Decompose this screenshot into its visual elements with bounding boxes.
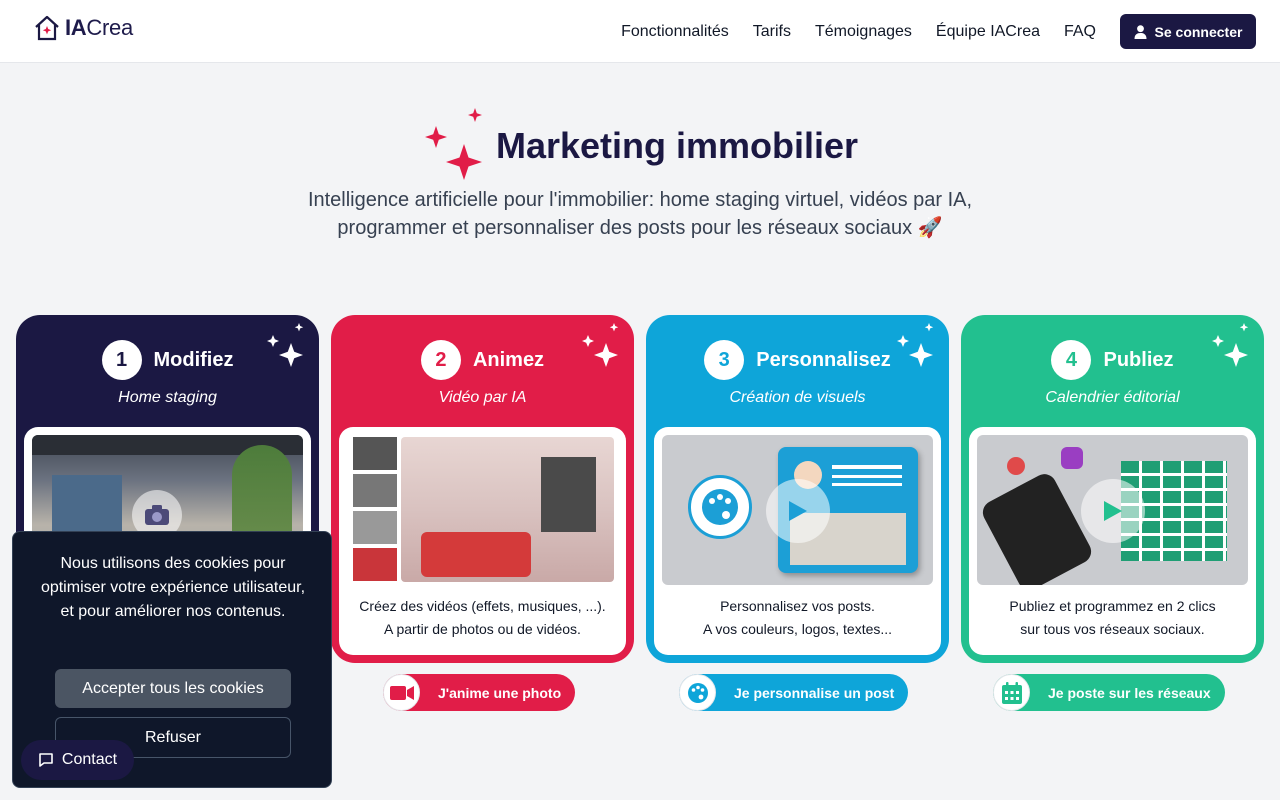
step-number: 2 — [420, 340, 461, 380]
social-calendar-image — [977, 435, 1248, 585]
sparkle-icon — [267, 323, 304, 367]
customize-post-button[interactable]: Je personnalise un post — [679, 674, 909, 711]
card-subtitle: Vidéo par IA — [438, 389, 527, 406]
pill-icon — [993, 674, 1030, 711]
hero-subtitle-line-1: Intelligence artificielle pour l'immobil… — [307, 189, 973, 211]
feature-card-personnalisez[interactable]: 3 Personnalisez Création de visuels Pers… — [646, 315, 949, 663]
customize-post-label: Je personnalise un post — [734, 684, 895, 701]
accept-cookies-button[interactable]: Accepter tous les cookies — [55, 669, 291, 708]
custom-visual-image — [662, 435, 933, 585]
pill-icon — [383, 674, 420, 711]
card-body: Publiez et programmez en 2 clics sur tou… — [969, 427, 1256, 655]
card-description: Personnalisez vos posts. A vos couleurs,… — [654, 595, 941, 641]
card-subtitle: Création de visuels — [729, 389, 866, 406]
card-subtitle: Calendrier éditorial — [1045, 389, 1180, 406]
login-button[interactable]: Se connecter — [1120, 14, 1256, 49]
home-logo-icon — [35, 15, 59, 41]
card-description-line-1: Personnalisez vos posts. — [720, 598, 875, 614]
card-description-line-2: A partir de photos ou de vidéos. — [384, 621, 581, 637]
animate-photo-label: J'anime une photo — [438, 684, 562, 701]
sparkle-icon — [897, 323, 934, 367]
card-description-line-1: Créez des vidéos (effets, musiques, ...)… — [359, 598, 606, 614]
step-title: Modifiez — [153, 348, 234, 371]
animate-photo-button[interactable]: J'anime une photo — [383, 674, 576, 711]
camera-icon — [145, 505, 169, 525]
contact-button[interactable]: Contact — [21, 740, 134, 780]
play-icon — [789, 501, 807, 521]
feature-card-animez[interactable]: 2 Animez Vidéo par IA Créez des vidéos (… — [331, 315, 634, 663]
card-description-line-2: sur tous vos réseaux sociaux. — [1020, 621, 1205, 637]
nav-link-fonctionnalites[interactable]: Fonctionnalités — [621, 23, 729, 41]
brand-logo[interactable]: IACrea — [33, 14, 133, 42]
sparkle-icon — [1212, 323, 1249, 367]
chat-icon — [39, 753, 53, 767]
hero-title-row: Marketing immobilier — [0, 108, 1280, 184]
nav-link-equipe[interactable]: Équipe IACrea — [936, 23, 1040, 41]
hero-subtitle: Intelligence artificielle pour l'immobil… — [290, 186, 990, 242]
publish-social-button[interactable]: Je poste sur les réseaux — [993, 674, 1225, 711]
nav-link-temoignages[interactable]: Témoignages — [815, 23, 912, 41]
card-description-line-1: Publiez et programmez en 2 clics — [1009, 598, 1216, 614]
step-number: 4 — [1051, 340, 1092, 380]
step-title: Publiez — [1103, 348, 1174, 371]
brand-name: IACrea — [65, 15, 133, 40]
feature-card-publiez[interactable]: 4 Publiez Calendrier éditorial Publiez e… — [961, 315, 1264, 663]
calendar-icon — [1001, 681, 1022, 704]
nav-link-faq[interactable]: FAQ — [1064, 23, 1096, 41]
cookie-message: Nous utilisons des cookies pour optimise… — [40, 555, 306, 620]
card-description: Créez des vidéos (effets, musiques, ...)… — [339, 595, 626, 641]
video-camera-icon — [389, 685, 414, 700]
step-number: 3 — [704, 340, 745, 380]
user-icon — [1134, 24, 1147, 39]
play-button[interactable] — [1081, 479, 1145, 543]
top-header: IACrea Fonctionnalités Tarifs Témoignage… — [0, 0, 1280, 63]
sparkle-icon — [582, 323, 619, 367]
card-body: Créez des vidéos (effets, musiques, ...)… — [339, 427, 626, 655]
card-description: Publiez et programmez en 2 clics sur tou… — [969, 595, 1256, 641]
palette-icon — [687, 682, 708, 703]
play-button[interactable] — [766, 479, 830, 543]
hero-subtitle-line-2: programmer et personnaliser des posts po… — [337, 217, 943, 239]
nav-link-tarifs[interactable]: Tarifs — [753, 23, 791, 41]
sparkle-icon — [424, 108, 482, 180]
main-nav: Fonctionnalités Tarifs Témoignages Équip… — [621, 14, 1256, 49]
page-title: Marketing immobilier — [495, 125, 859, 166]
step-number: 1 — [101, 340, 142, 380]
play-icon — [1104, 501, 1122, 521]
step-title: Animez — [472, 348, 545, 371]
card-body: Personnalisez vos posts. A vos couleurs,… — [654, 427, 941, 655]
card-subtitle: Home staging — [118, 389, 217, 406]
publish-social-label: Je poste sur les réseaux — [1048, 684, 1211, 701]
pill-icon — [679, 674, 716, 711]
contact-label: Contact — [61, 751, 118, 768]
step-title: Personnalisez — [756, 348, 891, 371]
card-description-line-2: A vos couleurs, logos, textes... — [702, 621, 893, 637]
palette-icon — [702, 489, 738, 525]
video-ai-image — [347, 435, 618, 585]
login-label: Se connecter — [1154, 23, 1243, 40]
